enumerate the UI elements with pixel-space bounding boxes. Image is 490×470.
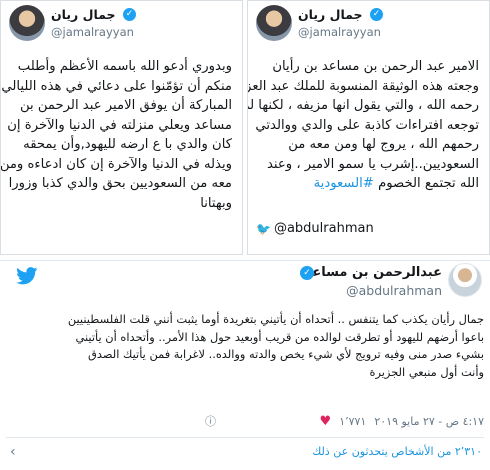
- timestamp[interactable]: ٤:١٧ ص - ٢٧ مايو ٢٠١٩: [374, 415, 484, 428]
- text-line: الامير عبد الرحمن بن مساعد بن رأيان: [272, 59, 479, 74]
- tweet-text-end: الله تجتمع الخصوم: [378, 176, 479, 191]
- text-line: باعوا أرضهم لليهود أو تطرقت لوالده من قر…: [75, 329, 484, 344]
- text-line: وجعته هذه الوثيقة المنسوبة للملك عبد الع…: [247, 78, 479, 94]
- tweet-text: جمال رأيان يكذب كما يتنفس .. أتحداه أن ي…: [34, 311, 484, 381]
- author-handle: @jamalrayyan: [298, 25, 381, 39]
- text-line: وأنت أول منبعي الجزيرة: [369, 364, 485, 379]
- text-line: جمال رأيان يكذب كما يتنفس .. أتحداه أن ي…: [67, 312, 484, 326]
- verified-icon: ✓: [300, 266, 314, 280]
- twitter-bird-icon: 🐦: [256, 221, 271, 236]
- avatar: [256, 5, 292, 41]
- heart-icon[interactable]: ♥: [320, 414, 332, 429]
- left-tweet-screenshot: جمال ريان ✓ @jamalrayyan وبدوري أدعو الل…: [0, 0, 243, 255]
- verified-icon: ✓: [370, 8, 383, 21]
- conversation-text: ٢٬٣١٠ من الأشخاص يتحدثون عن ذلك: [312, 445, 482, 458]
- tweet-text: وبدوري أدعو الله باسمه الأعظم وأطلب منكم…: [0, 57, 232, 213]
- verified-icon: ✓: [123, 8, 136, 21]
- watermark-handle: @abdulrahman: [273, 221, 374, 236]
- author-handle[interactable]: @abdulrahman: [346, 283, 442, 298]
- right-tweet-header: جمال ريان ✓ @jamalrayyan: [248, 5, 489, 45]
- text-line: بشيء صدر منى وفيه ترويج لأي شيء يخص والد…: [88, 347, 484, 362]
- conversation-link[interactable]: ٢٬٣١٠ من الأشخاص يتحدثون عن ذلك: [312, 445, 482, 458]
- right-tweet-screenshot: جمال ريان ✓ @jamalrayyan الامير عبد الرح…: [247, 0, 490, 255]
- watermark: 🐦 @abdulrahman: [256, 221, 374, 236]
- like-count: ١٬٧٧١: [339, 414, 367, 428]
- text-line: رحمهم الله ، يروج لها ومن معه من: [288, 137, 479, 152]
- text-line: معه من السعوديين بحق والدي كذبا وزورا: [8, 176, 232, 191]
- text-line: مساعد ويعلي منزلته في الدنيا والآخرة إن: [7, 117, 232, 133]
- tweet-card: عبدالرحمن بن مساعد ✓ @abdulrahman جمال ر…: [0, 260, 490, 470]
- hashtag-link[interactable]: #السعودية: [314, 176, 374, 191]
- tweet-text: الامير عبد الرحمن بن مساعد بن رأيان وجعت…: [247, 57, 479, 194]
- text-line: ويذله في الدنيا والآخرة إن كان ادعاءه وم…: [0, 156, 232, 172]
- avatar: [9, 5, 45, 41]
- text-line: وبهتانا: [200, 195, 232, 211]
- divider: [6, 437, 484, 438]
- author-handle: @jamalrayyan: [51, 25, 134, 39]
- tweet-meta: ٤:١٧ ص - ٢٧ مايو ٢٠١٩ ١٬٧٧١ ♥: [320, 413, 484, 429]
- text-line: رحمه الله ، والتي يقول انها مزيفه ، لكنه…: [247, 98, 479, 113]
- text-line: الله تجتمع الخصوم #السعودية: [256, 174, 479, 194]
- text-line: المباركة أن يوفق الامير عبد الرحمن بن: [19, 98, 232, 113]
- author-name[interactable]: عبدالرحمن بن مساعد: [305, 265, 442, 280]
- twitter-bird-icon[interactable]: [16, 267, 38, 285]
- text-line: السعوديين..إشرب يا سمو الامير ، وعند: [266, 156, 479, 172]
- info-icon[interactable]: ⓘ: [205, 413, 216, 429]
- author-name: جمال ريان: [51, 7, 116, 22]
- avatar[interactable]: [448, 263, 482, 297]
- text-line: وبدوري أدعو الله باسمه الأعظم وأطلب: [17, 59, 232, 74]
- chevron-icon[interactable]: ‹: [10, 444, 16, 460]
- left-tweet-header: جمال ريان ✓ @jamalrayyan: [1, 5, 242, 45]
- text-line: توجعه افتراءات كاذبة على والدي ووالدتي: [255, 117, 479, 133]
- text-line: منكم أن تؤمّنوا على دعائي في هذه الليالي: [1, 78, 232, 94]
- text-line: كان والدي با ع ارضه لليهود,وأن يمحقه: [23, 137, 232, 152]
- author-name: جمال ريان: [298, 7, 363, 22]
